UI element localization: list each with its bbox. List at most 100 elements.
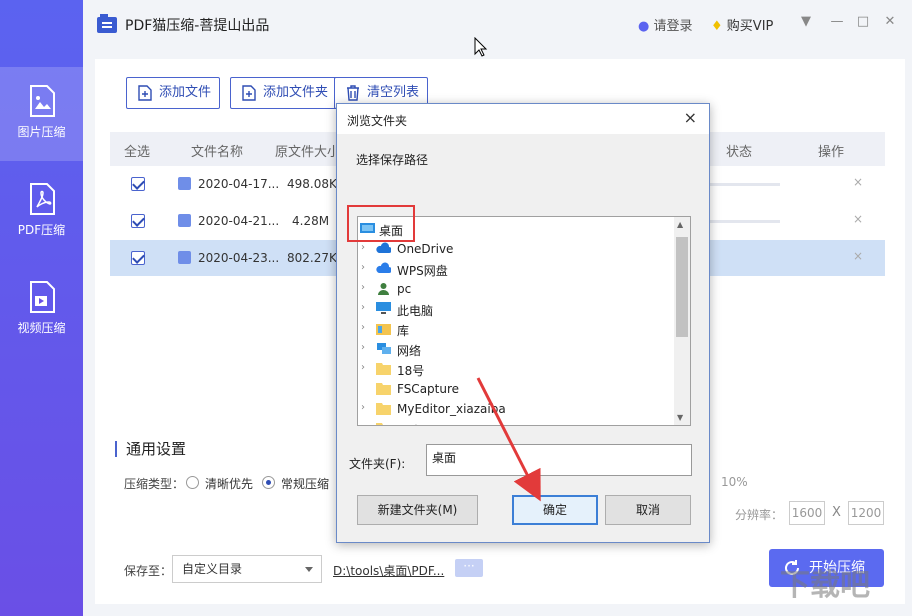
dialog-close-icon[interactable]: ×: [684, 108, 697, 127]
tree-item-pc-user[interactable]: › pc: [358, 279, 676, 299]
add-folder-label: 添加文件夹: [263, 85, 329, 100]
folder-tree[interactable]: 桌面 › OneDrive › WPS网盘 › pc › 此电脑 › 库 › 网…: [357, 216, 691, 426]
cloud-icon: [376, 242, 391, 253]
image-file-icon: [178, 214, 191, 227]
compress-type-label: 压缩类型：: [124, 477, 185, 491]
chevron-right-icon: ›: [361, 282, 365, 293]
watermark: 下载吧: [780, 568, 870, 603]
select-all-header[interactable]: 全选: [124, 141, 150, 160]
add-folder-button[interactable]: 添加文件夹: [230, 77, 338, 109]
login-link[interactable]: ● 请登录: [638, 15, 693, 34]
tree-item-onedrive[interactable]: › OneDrive: [358, 239, 676, 259]
browse-more-button[interactable]: ···: [455, 559, 483, 577]
add-file-button[interactable]: 添加文件: [126, 77, 221, 109]
sidebar: 图片压缩 PDF压缩 视频压缩: [0, 0, 83, 616]
radio-normal-compress-label[interactable]: 常规压缩: [281, 475, 329, 492]
image-file-icon: [29, 85, 55, 117]
tree-item-network[interactable]: › 网络: [358, 339, 676, 359]
save-path-link[interactable]: D:\tools\桌面\PDF...: [333, 562, 444, 579]
tree-item-library[interactable]: › 库: [358, 319, 676, 339]
scroll-down-icon[interactable]: ▼: [677, 413, 683, 422]
dialog-prompt: 选择保存路径: [356, 153, 429, 167]
tree-item-label: OneDrive: [397, 242, 454, 256]
progress-bar: [710, 220, 780, 223]
row-checkbox[interactable]: [131, 177, 145, 191]
user-icon: ●: [638, 19, 650, 34]
chevron-right-icon: ›: [361, 362, 365, 373]
chevron-right-icon: ›: [361, 422, 365, 425]
row-checkbox[interactable]: [131, 214, 145, 228]
tree-item-fscapture[interactable]: FSCapture: [358, 379, 676, 399]
save-to-label: 保存至：: [124, 564, 173, 578]
tree-item-label: MyEditor_xiazaiba: [397, 402, 506, 416]
radio-normal-compress[interactable]: [262, 476, 275, 489]
dialog-title: 浏览文件夹: [347, 114, 408, 128]
trash-icon: [347, 85, 359, 101]
chevron-right-icon: ›: [361, 262, 365, 273]
login-label: 请登录: [653, 19, 693, 34]
image-file-icon: [178, 251, 191, 264]
mouse-cursor-icon: [474, 37, 488, 57]
maximize-icon[interactable]: □: [855, 14, 871, 30]
action-header: 操作: [818, 145, 845, 160]
folder-field-label: 文件夹(F):: [349, 457, 406, 471]
tree-item-myeditor[interactable]: › MyEditor_xiazaiba: [358, 399, 676, 419]
save-to-select[interactable]: 自定义目录: [172, 555, 322, 583]
scroll-thumb[interactable]: [676, 237, 688, 337]
times-sign: X: [832, 505, 841, 520]
browse-folder-dialog: 浏览文件夹 × 选择保存路径 桌面 › OneDrive › WPS网盘 › p…: [336, 103, 710, 543]
library-icon: [376, 324, 391, 335]
sidebar-item-label: PDF压缩: [17, 223, 66, 237]
tree-scrollbar[interactable]: ▲ ▼: [674, 217, 690, 425]
width-input[interactable]: 1600: [789, 501, 825, 525]
resolution-label: 分辨率：: [735, 508, 784, 522]
folder-input[interactable]: 桌面: [426, 444, 692, 476]
row-checkbox[interactable]: [131, 251, 145, 265]
delete-icon[interactable]: ×: [853, 175, 863, 189]
network-icon: [377, 343, 391, 354]
minimize-icon[interactable]: —: [829, 14, 845, 30]
tree-item-pictures[interactable]: › 图片: [358, 419, 676, 425]
buy-vip-link[interactable]: ♦ 购买VIP: [711, 15, 773, 34]
radio-clarity-first[interactable]: [186, 476, 199, 489]
progress-bar: [710, 183, 780, 186]
computer-icon: [376, 302, 391, 314]
chevron-down-icon: [305, 567, 313, 572]
image-file-icon: [178, 177, 191, 190]
radio-clarity-first-label[interactable]: 清晰优先: [205, 475, 253, 492]
folder-icon: [376, 403, 391, 415]
delete-icon[interactable]: ×: [853, 249, 863, 263]
sidebar-item-image-compress[interactable]: 图片压缩: [0, 67, 83, 161]
sidebar-item-video-compress[interactable]: 视频压缩: [0, 263, 83, 357]
dialog-title-bar: 浏览文件夹 ×: [337, 104, 709, 134]
video-file-icon: [29, 281, 55, 313]
ok-button[interactable]: 确定: [512, 495, 598, 525]
tree-item-label: 18号: [397, 364, 425, 378]
cancel-button[interactable]: 取消: [605, 495, 691, 525]
height-input[interactable]: 1200: [848, 501, 884, 525]
cloud-icon: [376, 262, 391, 273]
tree-item-label: 网络: [397, 344, 422, 358]
scroll-up-icon[interactable]: ▲: [677, 220, 683, 229]
name-header: 文件名称: [191, 145, 244, 160]
tree-item-label: WPS网盘: [397, 264, 448, 278]
folder-icon: [376, 423, 391, 425]
pdf-file-icon: [29, 183, 55, 215]
tree-item-this-pc[interactable]: › 此电脑: [358, 299, 676, 319]
delete-icon[interactable]: ×: [853, 212, 863, 226]
settings-title: 通用设置: [115, 441, 186, 457]
file-size: 802.27K: [287, 251, 337, 265]
sidebar-item-label: 视频压缩: [17, 321, 66, 335]
tree-item-18[interactable]: › 18号: [358, 359, 676, 379]
tree-item-wps[interactable]: › WPS网盘: [358, 259, 676, 279]
file-size: 4.28M: [292, 214, 330, 228]
close-icon[interactable]: ✕: [882, 14, 898, 30]
new-folder-button[interactable]: 新建文件夹(M): [357, 495, 478, 525]
app-title: PDF猫压缩-菩提山出品: [125, 18, 270, 34]
dropdown-menu-icon[interactable]: ▼: [798, 14, 814, 30]
quality-percent: 10%: [721, 475, 748, 489]
tree-item-label: pc: [397, 282, 412, 296]
highlight-box: [347, 205, 415, 242]
sidebar-item-pdf-compress[interactable]: PDF压缩: [0, 165, 83, 259]
vip-label: 购买VIP: [726, 19, 774, 34]
